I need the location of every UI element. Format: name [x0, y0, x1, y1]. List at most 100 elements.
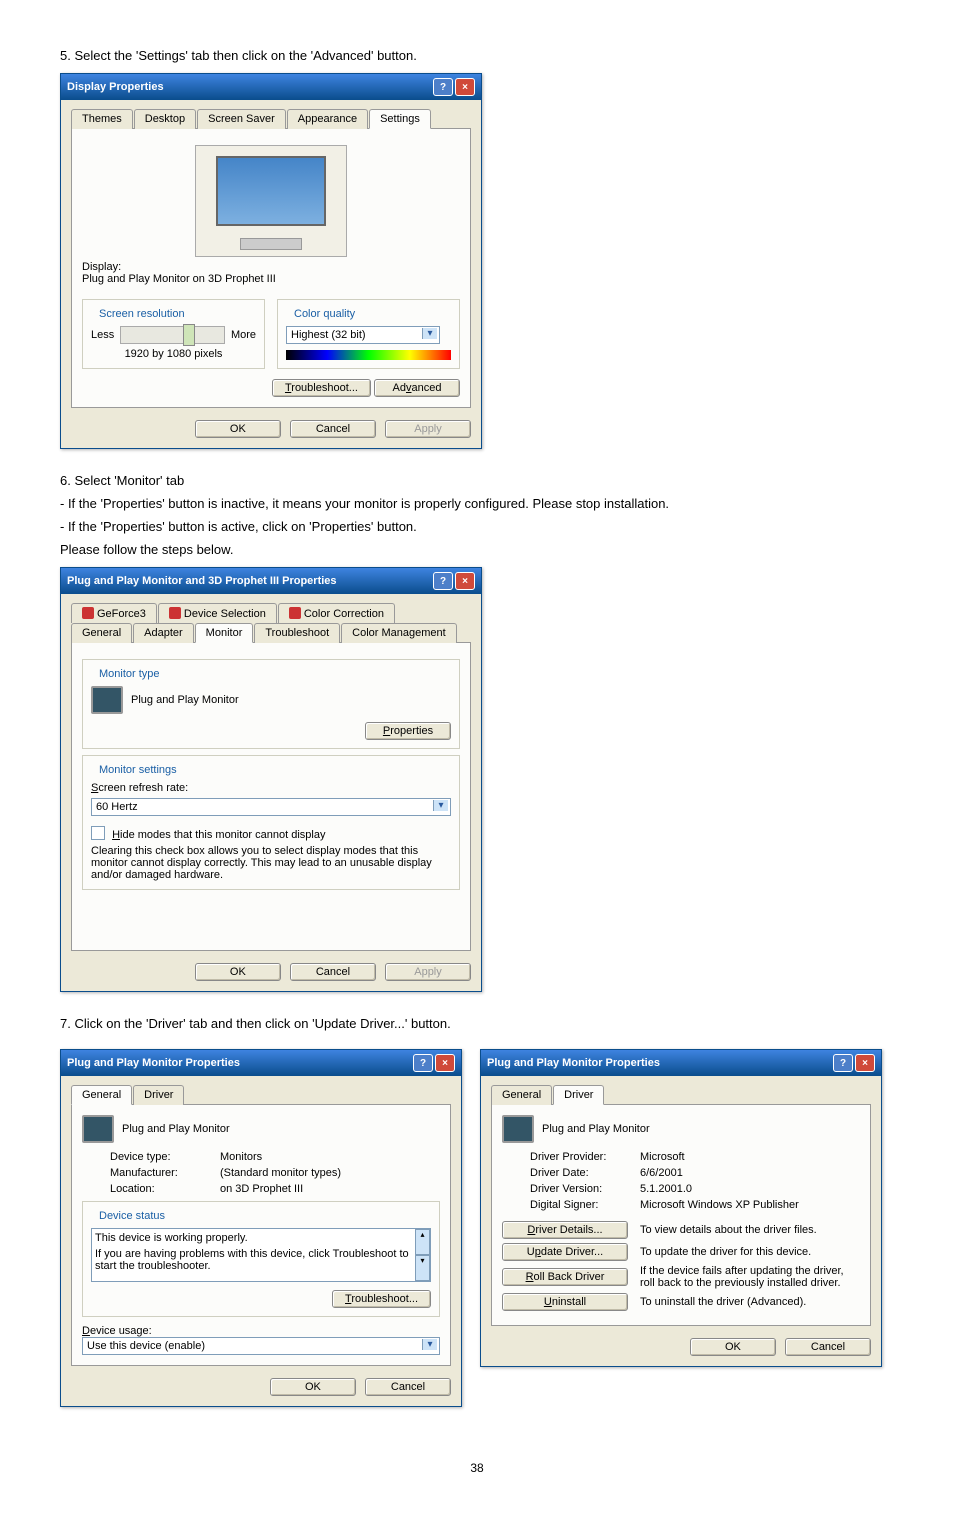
- dialog-title: Plug and Play Monitor and 3D Prophet III…: [67, 575, 337, 587]
- resolution-value: 1920 by 1080 pixels: [91, 348, 256, 360]
- nvidia-icon: [169, 607, 181, 619]
- tab-themes[interactable]: Themes: [71, 109, 133, 129]
- tab-general[interactable]: General: [491, 1085, 552, 1105]
- tab-general[interactable]: General: [71, 623, 132, 643]
- device-type-label: Device type:: [110, 1151, 220, 1163]
- cancel-button[interactable]: Cancel: [365, 1378, 451, 1396]
- ok-button[interactable]: OK: [195, 420, 281, 438]
- dialog-title: Plug and Play Monitor Properties: [67, 1057, 240, 1069]
- close-icon[interactable]: ×: [455, 572, 475, 590]
- cancel-button[interactable]: Cancel: [290, 420, 376, 438]
- ok-button[interactable]: OK: [690, 1338, 776, 1356]
- tab-monitor[interactable]: Monitor: [195, 623, 254, 643]
- close-icon[interactable]: ×: [435, 1054, 455, 1072]
- monitor-name: Plug and Play Monitor: [131, 694, 239, 706]
- uninstall-button[interactable]: Uninstall: [502, 1293, 628, 1311]
- titlebar: Display Properties ? ×: [61, 74, 481, 100]
- ok-button[interactable]: OK: [195, 963, 281, 981]
- resolution-slider[interactable]: [120, 326, 225, 344]
- ok-button[interactable]: OK: [270, 1378, 356, 1396]
- scroll-up-icon[interactable]: ▴: [415, 1229, 430, 1255]
- rollback-driver-text: If the device fails after updating the d…: [640, 1265, 860, 1289]
- uninstall-text: To uninstall the driver (Advanced).: [640, 1296, 860, 1308]
- pnp-general-dialog: Plug and Play Monitor Properties ? × Gen…: [60, 1049, 462, 1407]
- device-status-legend: Device status: [95, 1210, 169, 1222]
- device-usage-select[interactable]: Use this device (enable): [82, 1337, 440, 1355]
- driver-details-button[interactable]: Driver Details...: [502, 1221, 628, 1239]
- manufacturer-value: (Standard monitor types): [220, 1167, 341, 1179]
- close-icon[interactable]: ×: [455, 78, 475, 96]
- tab-adapter[interactable]: Adapter: [133, 623, 194, 643]
- scroll-down-icon[interactable]: ▾: [415, 1255, 430, 1281]
- troubleshoot-button[interactable]: Troubleshoot...: [332, 1290, 431, 1308]
- page-number: 38: [60, 1461, 894, 1475]
- slider-more: More: [231, 329, 256, 341]
- version-label: Driver Version:: [530, 1183, 640, 1195]
- rollback-driver-button[interactable]: Roll Back Driver: [502, 1268, 628, 1286]
- provider-label: Driver Provider:: [530, 1151, 640, 1163]
- tab-desktop[interactable]: Desktop: [134, 109, 196, 129]
- tab-device-selection[interactable]: Device Selection: [158, 603, 277, 623]
- provider-value: Microsoft: [640, 1151, 685, 1163]
- device-usage-label: Device usage:: [82, 1325, 440, 1337]
- tab-driver[interactable]: Driver: [133, 1085, 184, 1105]
- display-label: Display:: [82, 261, 460, 273]
- monitor-type-legend: Monitor type: [95, 668, 164, 680]
- tab-settings[interactable]: Settings: [369, 109, 431, 129]
- troubleshoot-button[interactable]: Troubleshoot...: [272, 379, 371, 397]
- monitor-settings-legend: Monitor settings: [95, 764, 181, 776]
- manufacturer-label: Manufacturer:: [110, 1167, 220, 1179]
- screen-res-legend: Screen resolution: [95, 308, 189, 320]
- step6-line1: - If the 'Properties' button is inactive…: [60, 496, 894, 511]
- location-label: Location:: [110, 1183, 220, 1195]
- step6-line2: - If the 'Properties' button is active, …: [60, 519, 894, 534]
- screen-resolution-group: Screen resolution Less More 1920 by 1080…: [82, 299, 265, 369]
- titlebar: Plug and Play Monitor and 3D Prophet III…: [61, 568, 481, 594]
- cancel-button[interactable]: Cancel: [290, 963, 376, 981]
- version-value: 5.1.2001.0: [640, 1183, 692, 1195]
- tab-driver[interactable]: Driver: [553, 1085, 604, 1105]
- dialog-title: Plug and Play Monitor Properties: [487, 1057, 660, 1069]
- help-icon[interactable]: ?: [433, 78, 453, 96]
- close-icon[interactable]: ×: [855, 1054, 875, 1072]
- cancel-button[interactable]: Cancel: [785, 1338, 871, 1356]
- update-driver-button[interactable]: Update Driver...: [502, 1243, 628, 1261]
- color-quality-select[interactable]: Highest (32 bit): [286, 326, 440, 344]
- tab-appearance[interactable]: Appearance: [287, 109, 368, 129]
- tab-geforce3[interactable]: GeForce3: [71, 603, 157, 623]
- tab-general[interactable]: General: [71, 1085, 132, 1105]
- monitor-icon: [82, 1115, 114, 1143]
- slider-less: Less: [91, 329, 114, 341]
- display-value: Plug and Play Monitor on 3D Prophet III: [82, 273, 460, 285]
- date-value: 6/6/2001: [640, 1167, 683, 1179]
- pnp-driver-dialog: Plug and Play Monitor Properties ? × Gen…: [480, 1049, 882, 1367]
- display-properties-dialog: Display Properties ? × Themes Desktop Sc…: [60, 73, 482, 449]
- monitor-preview: [195, 145, 347, 257]
- monitor-settings-group: Monitor settings Screen refresh rate: 60…: [82, 755, 460, 890]
- help-icon[interactable]: ?: [833, 1054, 853, 1072]
- date-label: Driver Date:: [530, 1167, 640, 1179]
- monitor-icon: [91, 686, 123, 714]
- apply-button: Apply: [385, 963, 471, 981]
- monitor-icon: [502, 1115, 534, 1143]
- advanced-button[interactable]: Advanced: [374, 379, 460, 397]
- refresh-rate-label: Screen refresh rate:: [91, 782, 451, 794]
- step6-line3: Please follow the steps below.: [60, 542, 894, 557]
- refresh-rate-select[interactable]: 60 Hertz: [91, 798, 451, 816]
- properties-button[interactable]: Properties: [365, 722, 451, 740]
- header-text: Plug and Play Monitor: [542, 1123, 650, 1135]
- color-legend: Color quality: [290, 308, 359, 320]
- step5-instruction: 5. Select the 'Settings' tab then click …: [60, 48, 894, 63]
- settings-panel: Display: Plug and Play Monitor on 3D Pro…: [71, 129, 471, 408]
- location-value: on 3D Prophet III: [220, 1183, 303, 1195]
- device-status-text: This device is working properly. If you …: [91, 1228, 431, 1282]
- tab-color-correction[interactable]: Color Correction: [278, 603, 395, 623]
- help-icon[interactable]: ?: [413, 1054, 433, 1072]
- hide-modes-checkbox[interactable]: [91, 826, 105, 840]
- help-icon[interactable]: ?: [433, 572, 453, 590]
- tab-troubleshoot[interactable]: Troubleshoot: [254, 623, 340, 643]
- nvidia-icon: [289, 607, 301, 619]
- header-text: Plug and Play Monitor: [122, 1123, 230, 1135]
- tab-color-management[interactable]: Color Management: [341, 623, 457, 643]
- tab-screensaver[interactable]: Screen Saver: [197, 109, 286, 129]
